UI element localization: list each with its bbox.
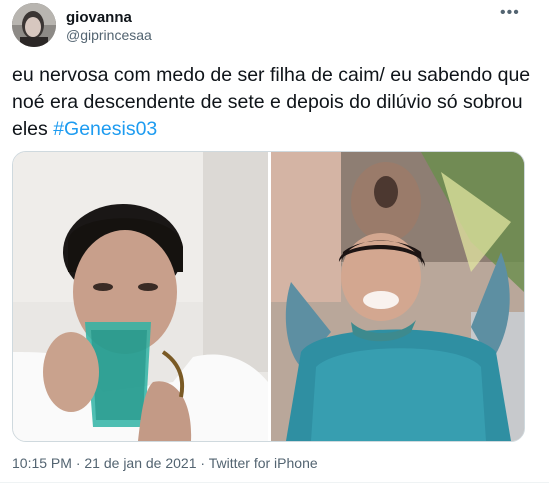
- hashtag-link[interactable]: #Genesis03: [53, 118, 157, 140]
- more-options-icon[interactable]: •••: [500, 4, 520, 22]
- photo-woman-celebrating[interactable]: [271, 152, 524, 441]
- author-handle[interactable]: @giprincesaa: [66, 27, 152, 43]
- tweet-date[interactable]: 21 de jan de 2021: [84, 455, 196, 471]
- avatar[interactable]: [12, 3, 56, 47]
- tweet-time[interactable]: 10:15 PM: [12, 455, 72, 471]
- media-grid: [12, 151, 525, 442]
- photo-woman-drinking[interactable]: [13, 152, 268, 441]
- tweet-source[interactable]: Twitter for iPhone: [209, 455, 318, 471]
- avatar-image: [12, 3, 56, 47]
- tweet-text: eu nervosa com medo de ser filha de caim…: [12, 62, 542, 143]
- tweet-card: giovanna @giprincesaa ••• eu nervosa com…: [0, 0, 549, 483]
- author-name[interactable]: giovanna: [66, 9, 132, 26]
- meta-separator: ·: [71, 455, 85, 471]
- tweet-metadata: 10:15 PM · 21 de jan de 2021 · Twitter f…: [12, 455, 318, 471]
- meta-separator: ·: [196, 455, 209, 471]
